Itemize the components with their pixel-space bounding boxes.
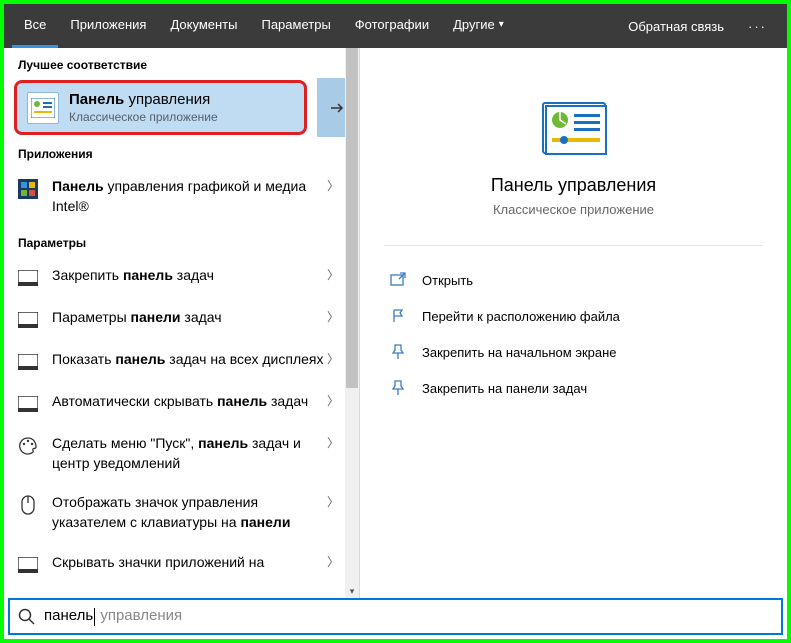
intel-graphics-icon [18, 179, 38, 199]
preview-pane: Панель управления Классическое приложени… [360, 48, 787, 598]
result-text: Показать панель задач на всех дисплеях [52, 350, 327, 370]
control-panel-icon [27, 92, 59, 124]
feedback-link[interactable]: Обратная связь [616, 19, 736, 34]
tab-apps[interactable]: Приложения [58, 4, 158, 48]
action-pin-start[interactable]: Закрепить на начальном экране [384, 334, 763, 370]
chevron-down-icon: ▾ [499, 19, 504, 30]
taskbar-icon [18, 394, 38, 414]
chevron-right-icon: 〉 [327, 434, 345, 451]
control-panel-large-icon [542, 102, 606, 154]
palette-icon [18, 436, 38, 456]
best-match-subtitle: Классическое приложение [69, 110, 218, 124]
result-text: Закрепить панель задач [52, 266, 327, 286]
preview-subtitle: Классическое приложение [384, 202, 763, 217]
result-setting-hide-icons[interactable]: Скрывать значки приложений на 〉 [4, 543, 359, 585]
scrollbar-thumb[interactable] [346, 48, 358, 388]
chevron-right-icon: 〉 [327, 350, 345, 367]
mouse-icon [18, 495, 38, 515]
arrow-right-icon [328, 99, 346, 117]
action-label: Закрепить на начальном экране [422, 345, 617, 360]
result-text: Панель управления графикой и медиа Intel… [52, 177, 327, 216]
tab-label: Документы [170, 17, 237, 32]
tab-documents[interactable]: Документы [158, 4, 249, 48]
chevron-right-icon: 〉 [327, 493, 345, 510]
section-best-match: Лучшее соответствие [4, 48, 359, 78]
tab-all[interactable]: Все [12, 4, 58, 48]
chevron-right-icon: 〉 [327, 308, 345, 325]
more-icon: ··· [748, 19, 767, 34]
result-text: Параметры панели задач [52, 308, 327, 328]
tab-settings[interactable]: Параметры [249, 4, 342, 48]
tab-label: Параметры [261, 17, 330, 32]
tab-photos[interactable]: Фотографии [343, 4, 441, 48]
chevron-right-icon: 〉 [327, 392, 345, 409]
result-setting-show-all-displays[interactable]: Показать панель задач на всех дисплеях 〉 [4, 340, 359, 382]
action-label: Перейти к расположению файла [422, 309, 620, 324]
chevron-right-icon: 〉 [327, 553, 345, 570]
section-apps: Приложения [4, 137, 359, 167]
taskbar-icon [18, 268, 38, 288]
result-setting-start-color[interactable]: Сделать меню "Пуск", панель задач и цент… [4, 424, 359, 483]
filter-tabs: Все Приложения Документы Параметры Фотог… [4, 4, 787, 48]
result-setting-taskbar-settings[interactable]: Параметры панели задач 〉 [4, 298, 359, 340]
results-pane: Лучшее соответствие Панель управления Кл… [4, 48, 360, 598]
more-button[interactable]: ··· [736, 19, 779, 34]
action-open-file-location[interactable]: Перейти к расположению файла [384, 298, 763, 334]
action-pin-taskbar[interactable]: Закрепить на панели задач [384, 370, 763, 406]
action-open[interactable]: Открыть [384, 262, 763, 298]
search-icon [18, 608, 36, 626]
separator [384, 245, 763, 246]
feedback-label: Обратная связь [628, 19, 724, 34]
result-setting-auto-hide[interactable]: Автоматически скрывать панель задач 〉 [4, 382, 359, 424]
tab-label: Приложения [70, 17, 146, 32]
folder-location-icon [388, 306, 408, 326]
open-icon [388, 270, 408, 290]
action-label: Открыть [422, 273, 473, 288]
search-input[interactable]: панель управления [8, 598, 783, 635]
result-text: Отображать значок управления указателем … [52, 493, 327, 532]
tab-label: Фотографии [355, 17, 429, 32]
preview-title: Панель управления [384, 175, 763, 196]
taskbar-icon [18, 352, 38, 372]
chevron-right-icon: 〉 [327, 266, 345, 283]
tab-other[interactable]: Другие ▾ [441, 4, 516, 48]
tab-label: Другие [453, 17, 495, 32]
chevron-right-icon: 〉 [327, 177, 345, 194]
result-setting-mouse-indicator[interactable]: Отображать значок управления указателем … [4, 483, 359, 542]
pin-start-icon [388, 342, 408, 362]
tab-label: Все [24, 17, 46, 32]
scrollbar[interactable]: ▾ [345, 48, 359, 598]
scroll-down-icon[interactable]: ▾ [345, 584, 359, 598]
result-app-intel[interactable]: Панель управления графикой и медиа Intel… [4, 167, 359, 226]
taskbar-icon [18, 555, 38, 575]
pin-taskbar-icon [388, 378, 408, 398]
taskbar-icon [18, 310, 38, 330]
action-label: Закрепить на панели задач [422, 381, 587, 396]
search-text: панель управления [44, 607, 182, 625]
best-match-title: Панель управления [69, 91, 218, 108]
result-setting-pin-taskbar[interactable]: Закрепить панель задач 〉 [4, 256, 359, 298]
section-settings: Параметры [4, 226, 359, 256]
result-text: Автоматически скрывать панель задач [52, 392, 327, 412]
result-text: Скрывать значки приложений на [52, 553, 327, 573]
result-text: Сделать меню "Пуск", панель задач и цент… [52, 434, 327, 473]
best-match-result[interactable]: Панель управления Классическое приложени… [14, 80, 307, 135]
